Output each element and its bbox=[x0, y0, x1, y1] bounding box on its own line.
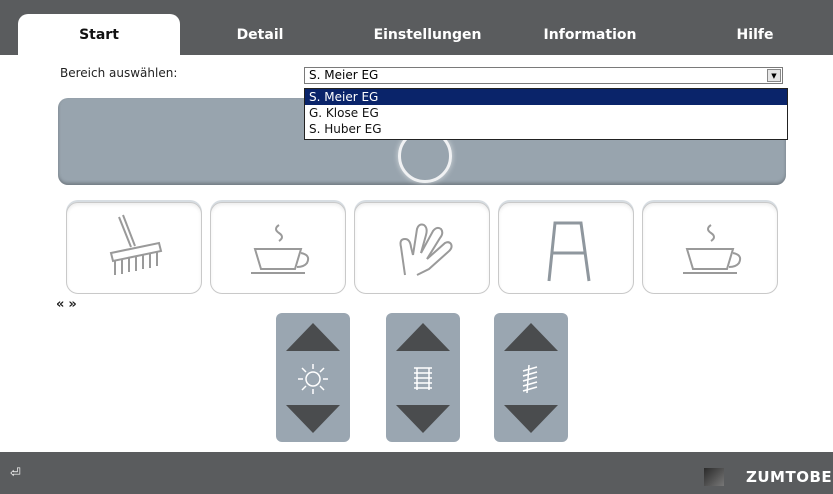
brand-logo: ZUMTOBEL bbox=[746, 468, 833, 486]
blinds-down-button[interactable] bbox=[396, 405, 450, 433]
presentation-easel-icon bbox=[547, 221, 591, 282]
tab-start[interactable]: Start bbox=[18, 14, 180, 55]
blinds-icon bbox=[414, 367, 432, 390]
scene-button-greeting[interactable] bbox=[354, 202, 490, 294]
chevron-down-icon[interactable]: ▼ bbox=[767, 69, 781, 82]
area-option[interactable]: S. Huber EG bbox=[305, 121, 787, 137]
slats-icon bbox=[522, 364, 538, 394]
scene-button-break[interactable] bbox=[210, 202, 346, 294]
app-window: Start Detail Einstellungen Information H… bbox=[0, 0, 833, 494]
tab-einstellungen[interactable]: Einstellungen bbox=[355, 14, 500, 55]
slats-down-button[interactable] bbox=[504, 405, 558, 433]
area-option[interactable]: G. Klose EG bbox=[305, 105, 787, 121]
exit-icon[interactable]: ⏎ bbox=[10, 466, 21, 481]
blinds-control bbox=[386, 313, 460, 442]
tab-hilfe[interactable]: Hilfe bbox=[710, 14, 800, 55]
area-options-list: S. Meier EG G. Klose EG S. Huber EG bbox=[304, 88, 788, 140]
light-down-button[interactable] bbox=[286, 405, 340, 433]
area-select[interactable]: S. Meier EG ▼ bbox=[304, 67, 783, 84]
coffee-cup-icon bbox=[683, 224, 742, 274]
scene-button-presentation[interactable] bbox=[498, 202, 634, 294]
coffee-cup-icon bbox=[251, 224, 310, 274]
sun-icon bbox=[298, 364, 328, 394]
area-select-label: Bereich auswählen: bbox=[60, 66, 178, 80]
light-up-button[interactable] bbox=[286, 323, 340, 351]
scene-pager: «» bbox=[56, 297, 81, 312]
tab-bar: Start Detail Einstellungen Information H… bbox=[0, 0, 833, 55]
pager-prev-button[interactable]: « bbox=[56, 297, 64, 312]
scene-button-break-2[interactable] bbox=[642, 202, 778, 294]
broom-icon bbox=[109, 214, 163, 275]
hand-wave-icon bbox=[399, 223, 453, 276]
tab-information[interactable]: Information bbox=[530, 14, 650, 55]
zumtobel-logo-mark bbox=[704, 468, 724, 486]
blinds-up-button[interactable] bbox=[396, 323, 450, 351]
slats-control bbox=[494, 313, 568, 442]
area-option[interactable]: S. Meier EG bbox=[305, 89, 787, 105]
light-control bbox=[276, 313, 350, 442]
tab-detail[interactable]: Detail bbox=[200, 14, 320, 55]
area-select-value: S. Meier EG bbox=[309, 68, 379, 82]
slats-up-button[interactable] bbox=[504, 323, 558, 351]
scene-button-cleaning[interactable] bbox=[66, 202, 202, 294]
pager-next-button[interactable]: » bbox=[68, 297, 76, 312]
